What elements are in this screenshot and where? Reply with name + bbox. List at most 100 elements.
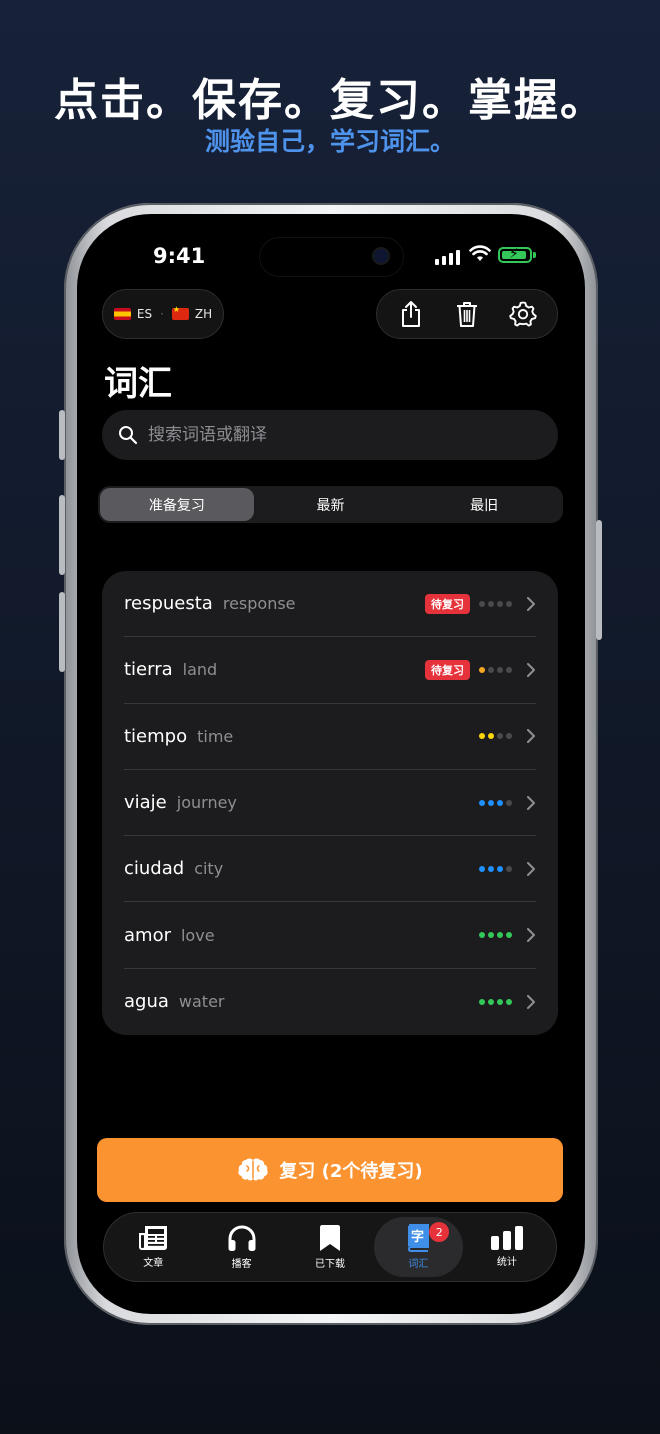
vocabulary-row[interactable]: tiempo time xyxy=(124,704,536,770)
mastery-dot xyxy=(479,932,485,939)
phone-volume-up-button xyxy=(59,495,65,575)
phone-action-button xyxy=(59,410,65,460)
mastery-dot xyxy=(497,998,503,1005)
mastery-dot xyxy=(506,666,512,673)
mastery-dot xyxy=(506,932,512,939)
mastery-dot xyxy=(488,865,494,872)
translation-text: water xyxy=(178,992,225,1012)
mastery-dots xyxy=(479,666,512,673)
cellular-signal-icon xyxy=(435,250,460,265)
bar-chart-icon xyxy=(490,1226,523,1250)
tab-articles[interactable]: 文章 xyxy=(109,1217,197,1277)
translation-text: love xyxy=(180,925,215,945)
mastery-dot xyxy=(479,865,485,872)
tab-podcasts[interactable]: 播客 xyxy=(197,1217,285,1277)
translation-text: time xyxy=(197,726,234,746)
mastery-dot xyxy=(506,998,512,1005)
bookmark-icon xyxy=(320,1225,341,1251)
mastery-dots xyxy=(479,799,512,806)
segment-newest[interactable]: 最新 xyxy=(254,488,408,521)
brain-icon xyxy=(238,1158,269,1181)
mastery-dots xyxy=(479,998,512,1005)
charging-bolt-icon: ⚡ xyxy=(509,246,519,262)
vocabulary-row[interactable]: ciudad city xyxy=(124,836,536,903)
tab-stats[interactable]: 统计 xyxy=(463,1217,551,1277)
spain-flag-icon xyxy=(113,308,131,320)
source-language-label: ES xyxy=(136,307,153,321)
tab-vocabulary[interactable]: 字 词汇 2 xyxy=(374,1217,463,1277)
word-text: respuesta xyxy=(124,593,213,615)
review-button[interactable]: 复习 (2个待复习) xyxy=(97,1138,563,1202)
page-title: 词汇 xyxy=(104,364,172,404)
word-text: ciudad xyxy=(124,858,185,880)
chevron-right-icon xyxy=(527,729,535,744)
settings-button[interactable] xyxy=(503,294,543,334)
search-bar[interactable] xyxy=(102,410,558,460)
segment-oldest[interactable]: 最旧 xyxy=(407,488,561,521)
vocabulary-row[interactable]: viaje journey xyxy=(124,770,536,837)
phone-screen: 9:41 ⚡ ES · ZH xyxy=(77,214,585,1314)
mastery-dot xyxy=(488,733,494,740)
translation-text: response xyxy=(222,594,296,614)
mastery-dot xyxy=(479,799,485,806)
vocabulary-row[interactable]: agua water xyxy=(124,969,536,1035)
share-button[interactable] xyxy=(391,294,431,334)
chevron-right-icon xyxy=(527,861,535,876)
wifi-icon xyxy=(469,245,491,261)
share-icon xyxy=(402,301,420,327)
sort-segmented-control: 准备复习 最新 最旧 xyxy=(98,486,563,523)
tab-label: 词汇 xyxy=(408,1259,429,1270)
language-selector[interactable]: ES · ZH xyxy=(102,289,224,339)
status-time: 9:41 xyxy=(153,244,206,268)
chevron-right-icon xyxy=(527,994,535,1009)
china-flag-icon xyxy=(171,305,189,320)
tab-label: 文章 xyxy=(143,1258,164,1269)
toolbar-pill xyxy=(376,289,558,339)
vocabulary-row[interactable]: amor love xyxy=(124,902,536,969)
phone-volume-down-button xyxy=(59,592,65,672)
tab-downloaded[interactable]: 已下载 xyxy=(286,1217,374,1277)
promo-headline: 点击。保存。复习。掌握。 xyxy=(54,75,606,126)
due-badge: 待复习 xyxy=(425,659,470,680)
word-text: tierra xyxy=(124,659,173,681)
mastery-dot xyxy=(497,932,503,939)
mastery-dot xyxy=(497,799,503,806)
front-camera xyxy=(374,249,388,263)
headphones-icon xyxy=(228,1225,256,1251)
mastery-dot xyxy=(506,865,512,872)
mastery-dots xyxy=(479,733,512,740)
vocabulary-row[interactable]: tierra land 待复习 xyxy=(124,637,536,704)
mastery-dots xyxy=(479,932,512,939)
mastery-dot xyxy=(506,600,512,607)
word-text: amor xyxy=(124,924,171,946)
mastery-dot xyxy=(479,733,485,740)
mastery-dot xyxy=(497,666,503,673)
search-input[interactable] xyxy=(148,425,528,445)
promo-subline: 测验自己，学习词汇。 xyxy=(204,127,455,156)
mastery-dot xyxy=(479,600,485,607)
mastery-dot xyxy=(506,799,512,806)
gear-icon xyxy=(509,301,537,327)
vocabulary-book-icon: 字 xyxy=(408,1224,430,1252)
chevron-right-icon xyxy=(527,596,535,611)
target-language-label: ZH xyxy=(194,307,213,321)
segment-ready-for-review[interactable]: 准备复习 xyxy=(100,488,254,521)
mastery-dots xyxy=(479,600,512,607)
mastery-dot xyxy=(479,666,485,673)
tab-label: 统计 xyxy=(496,1257,517,1268)
mastery-dot xyxy=(497,600,503,607)
svg-text:字: 字 xyxy=(411,1229,424,1245)
chevron-right-icon xyxy=(527,795,535,810)
translation-text: journey xyxy=(176,793,237,813)
mastery-dot xyxy=(506,733,512,740)
mastery-dots xyxy=(479,865,512,872)
mastery-dot xyxy=(479,998,485,1005)
mastery-dot xyxy=(488,932,494,939)
chevron-right-icon xyxy=(527,662,535,677)
review-button-label: 复习 (2个待复习) xyxy=(279,1161,423,1182)
vocabulary-row[interactable]: respuesta response 待复习 xyxy=(124,571,536,638)
mastery-dot xyxy=(488,799,494,806)
vocabulary-list: respuesta response 待复习 tierra land 待复习 t… xyxy=(102,571,558,1035)
notification-badge: 2 xyxy=(429,1222,450,1242)
delete-button[interactable] xyxy=(447,294,487,334)
